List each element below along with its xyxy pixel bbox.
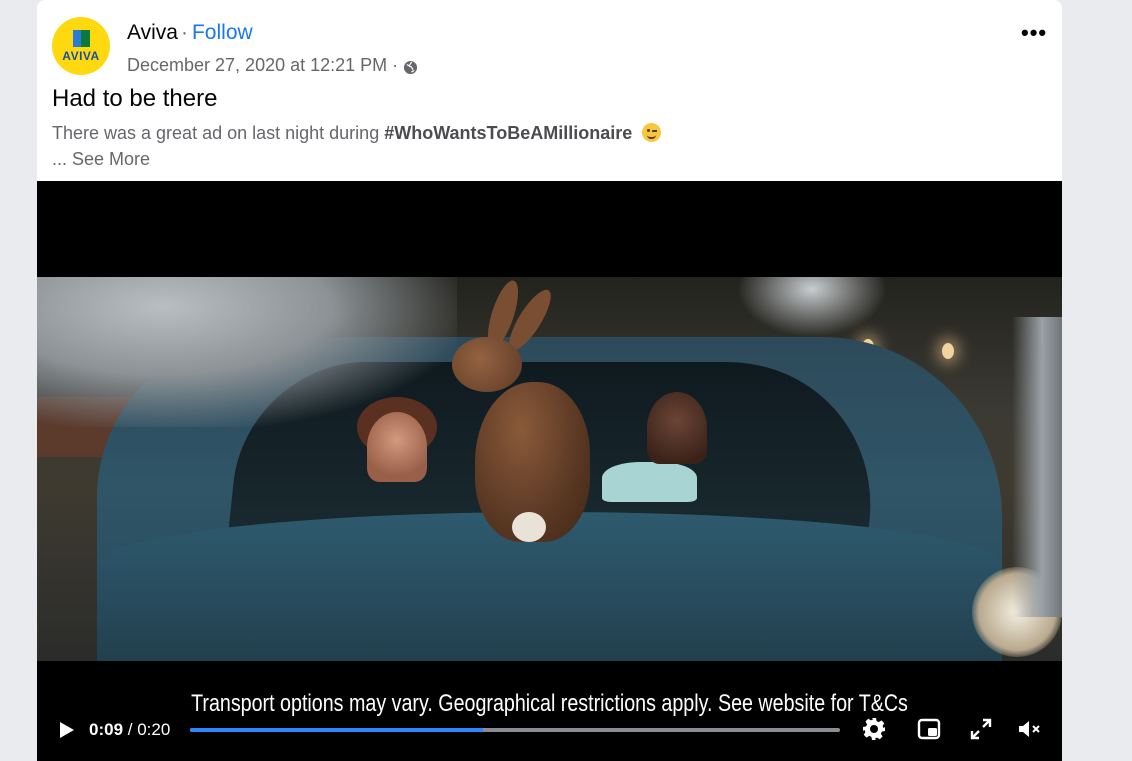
video-time: 0:09 / 0:20 [89, 719, 170, 741]
muted-speaker-icon[interactable] [1017, 717, 1041, 741]
duration: 0:20 [137, 720, 171, 739]
frame-lamp [942, 343, 954, 359]
post-meta: December 27, 2020 at 12:21 PM · [127, 54, 418, 76]
video-caption: Transport options may vary. Geographical… [191, 690, 908, 717]
author-row: Aviva · Follow [127, 20, 253, 45]
post-title: Had to be there [52, 85, 218, 112]
post-header: AVIVA Aviva · Follow December 27, 2020 at … [37, 0, 1062, 181]
progress-bar[interactable] [190, 728, 840, 732]
avatar-wordmark: AVIVA [62, 49, 100, 63]
gear-icon[interactable] [862, 717, 886, 741]
video-frame[interactable] [37, 277, 1062, 661]
time-separator: / [123, 720, 138, 739]
avatar[interactable]: AVIVA [52, 17, 110, 75]
frame-passenger-hoodie [602, 462, 697, 502]
frame-passenger [647, 392, 707, 464]
post-card: AVIVA Aviva · Follow December 27, 2020 at … [37, 0, 1062, 761]
more-options-icon[interactable]: ••• [1021, 22, 1047, 44]
frame-rabbit-tail [512, 512, 546, 542]
post-timestamp[interactable]: December 27, 2020 at 12:21 PM [127, 54, 387, 76]
see-more-link[interactable]: ... See More [52, 147, 150, 171]
current-time: 0:09 [89, 720, 124, 739]
globe-icon[interactable] [403, 58, 418, 74]
aviva-logo-flag [73, 30, 90, 47]
hashtag-link[interactable]: #WhoWantsToBeAMillionaire [384, 123, 632, 143]
post-body: There was a great ad on last night durin… [52, 121, 662, 145]
frame-shattered-glass [737, 277, 887, 337]
fullscreen-icon[interactable] [969, 717, 993, 741]
meta-separator: · [392, 55, 399, 75]
video-player[interactable]: Transport options may vary. Geographical… [37, 181, 1062, 761]
frame-shattered-glass [37, 277, 457, 427]
picture-in-picture-icon[interactable] [917, 717, 941, 741]
author-name[interactable]: Aviva [127, 21, 178, 44]
post-body-text: There was a great ad on last night durin… [52, 123, 380, 143]
follow-button[interactable]: Follow [192, 21, 253, 44]
author-separator: · [180, 21, 188, 44]
frame-rabbit-head [452, 337, 522, 392]
progress-fill [190, 728, 483, 732]
play-icon[interactable] [59, 721, 75, 739]
winking-face-emoji [642, 123, 662, 142]
frame-shattered-glass [1012, 317, 1062, 617]
